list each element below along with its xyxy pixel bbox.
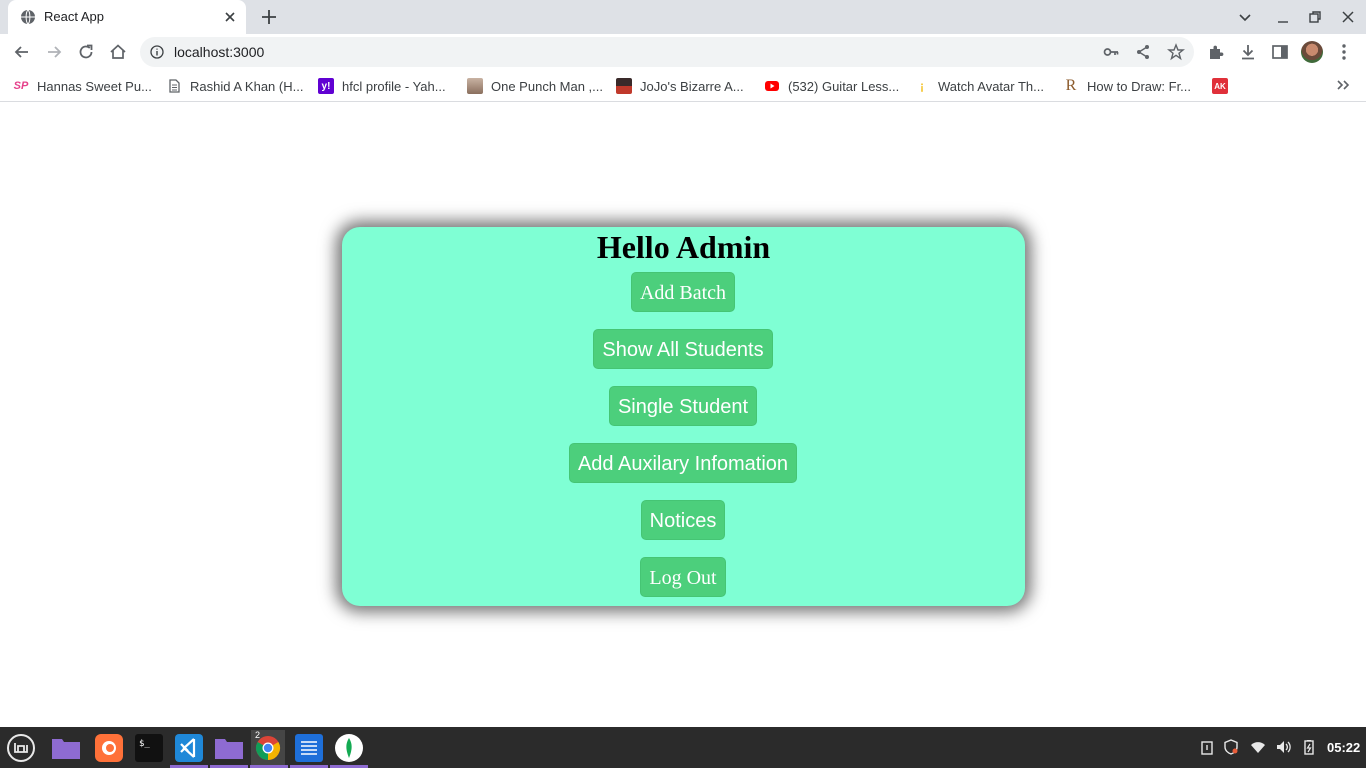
- clipboard-icon[interactable]: [1199, 739, 1215, 755]
- browser-toolbar: localhost:3000: [0, 34, 1366, 70]
- add-auxilary-information-button[interactable]: Add Auxilary Infomation: [569, 443, 797, 483]
- address-url[interactable]: localhost:3000: [174, 44, 264, 60]
- bookmark-item[interactable]: (532) Guitar Less...: [764, 77, 899, 95]
- add-batch-button[interactable]: Add Batch: [631, 272, 735, 312]
- address-bar[interactable]: localhost:3000: [140, 37, 1194, 67]
- mongodb-compass-icon[interactable]: [334, 733, 364, 763]
- text-editor-icon[interactable]: [294, 733, 324, 763]
- bookmarks-overflow-icon[interactable]: [1336, 77, 1350, 93]
- page-content: Hello Admin Add Batch Show All Students …: [0, 103, 1366, 727]
- bookmark-item[interactable]: ¡ Watch Avatar Th...: [914, 77, 1044, 95]
- restore-icon[interactable]: [1307, 9, 1323, 25]
- sp-icon: SP: [13, 80, 29, 92]
- new-tab-icon[interactable]: [260, 8, 278, 26]
- reload-icon[interactable]: [76, 42, 96, 62]
- minimize-icon[interactable]: [1275, 9, 1291, 25]
- back-arrow-icon[interactable]: [12, 42, 32, 62]
- forward-arrow-icon[interactable]: [44, 42, 64, 62]
- bookmarks-bar: SP Hannas Sweet Pu... Rashid A Khan (H..…: [0, 70, 1366, 102]
- bookmark-label: How to Draw: Fr...: [1087, 78, 1192, 94]
- bookmark-label: hfcl profile - Yah...: [342, 78, 446, 94]
- tab-title: React App: [44, 9, 104, 24]
- chrome-icon[interactable]: 2: [251, 730, 285, 765]
- show-all-students-button[interactable]: Show All Students: [593, 329, 773, 369]
- clock[interactable]: 05:22: [1327, 740, 1360, 755]
- terminal-icon[interactable]: $_: [134, 733, 164, 763]
- yahoo-icon: y!: [318, 78, 334, 94]
- bookmark-label: Rashid A Khan (H...: [190, 78, 304, 94]
- page-title: Hello Admin: [596, 229, 771, 265]
- bookmark-item[interactable]: JoJo's Bizarre A...: [616, 77, 744, 95]
- avatar-site-icon: ¡: [920, 79, 924, 93]
- bookmark-item[interactable]: AK: [1212, 77, 1236, 95]
- r-icon: R: [1065, 77, 1077, 94]
- profile-avatar[interactable]: [1301, 41, 1323, 63]
- log-out-button[interactable]: Log Out: [640, 557, 726, 597]
- firefox-icon[interactable]: [94, 733, 124, 763]
- password-key-icon[interactable]: [1102, 43, 1120, 61]
- single-student-button[interactable]: Single Student: [609, 386, 757, 426]
- youtube-icon: [765, 81, 779, 91]
- notices-button[interactable]: Notices: [641, 500, 725, 540]
- volume-icon[interactable]: [1275, 739, 1291, 755]
- svg-text:$_: $_: [139, 739, 150, 749]
- home-icon[interactable]: [108, 42, 128, 62]
- os-taskbar: $_ 2 05:22: [0, 727, 1366, 768]
- admin-card: Hello Admin Add Batch Show All Students …: [342, 227, 1025, 606]
- tab-strip: React App: [0, 0, 1366, 34]
- more-menu-icon[interactable]: [1334, 42, 1354, 62]
- window-count-badge: 2: [255, 730, 261, 740]
- ak-icon: AK: [1212, 78, 1228, 94]
- bookmark-star-icon[interactable]: [1167, 43, 1185, 61]
- wifi-icon[interactable]: [1250, 739, 1266, 755]
- side-panel-icon[interactable]: [1270, 42, 1290, 62]
- battery-icon[interactable]: [1301, 739, 1317, 755]
- globe-icon: [21, 9, 35, 25]
- download-icon[interactable]: [1238, 42, 1258, 62]
- bookmark-label: (532) Guitar Less...: [788, 78, 900, 94]
- person-icon: [467, 78, 483, 94]
- tab-search-chevron-icon[interactable]: [1237, 9, 1253, 25]
- folder-icon[interactable]: [51, 733, 81, 763]
- jojo-icon: [616, 78, 632, 94]
- bookmark-label: One Punch Man ,...: [491, 78, 604, 94]
- bookmark-item[interactable]: SP Hannas Sweet Pu...: [13, 77, 152, 95]
- bookmark-label: JoJo's Bizarre A...: [640, 78, 744, 94]
- tab-react-app[interactable]: React App: [8, 0, 246, 34]
- site-info-icon[interactable]: [150, 45, 164, 59]
- files-icon[interactable]: [214, 733, 244, 763]
- bookmark-label: Watch Avatar Th...: [938, 78, 1044, 94]
- bookmark-item[interactable]: Rashid A Khan (H...: [166, 77, 303, 95]
- bookmark-item[interactable]: One Punch Man ,...: [467, 77, 603, 95]
- bookmark-label: Hannas Sweet Pu...: [37, 78, 152, 94]
- document-icon: [169, 79, 180, 93]
- bookmark-item[interactable]: y! hfcl profile - Yah...: [318, 77, 446, 95]
- bookmark-item[interactable]: R How to Draw: Fr...: [1063, 77, 1191, 95]
- vscode-icon[interactable]: [174, 733, 204, 763]
- close-tab-icon[interactable]: [222, 9, 238, 25]
- extensions-puzzle-icon[interactable]: [1206, 42, 1226, 62]
- close-window-icon[interactable]: [1340, 9, 1356, 25]
- mint-menu-icon[interactable]: [6, 733, 36, 763]
- share-icon[interactable]: [1134, 43, 1152, 61]
- shield-icon[interactable]: [1223, 739, 1239, 755]
